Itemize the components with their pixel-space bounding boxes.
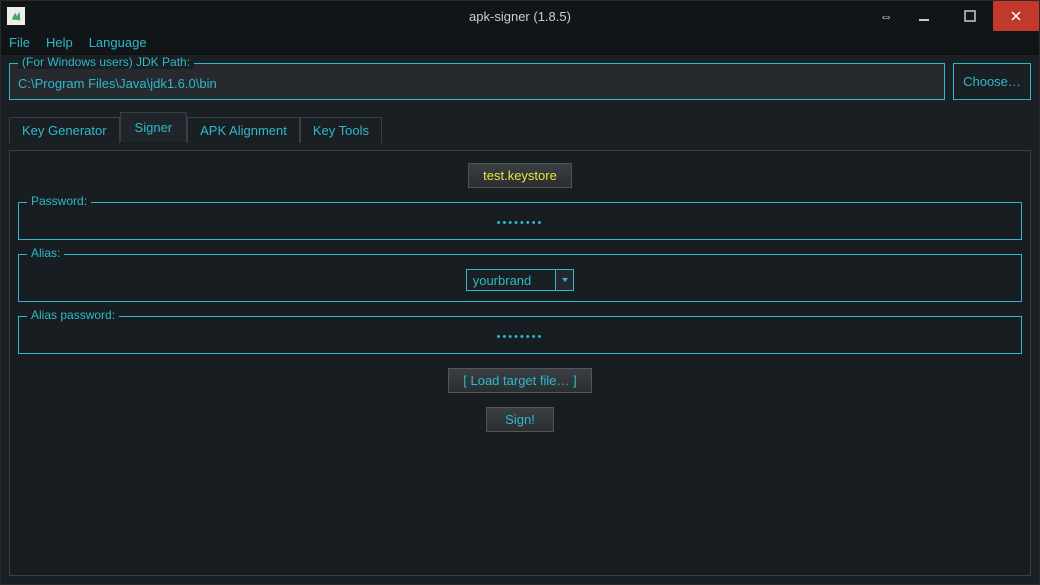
window-controls: ⇔ — [871, 1, 1039, 31]
signer-panel: test.keystore Password: •••••••• Alias: … — [9, 150, 1031, 576]
load-target-button[interactable]: [ Load target file… ] — [448, 368, 591, 393]
alias-password-legend: Alias password: — [27, 308, 119, 322]
maximize-button[interactable] — [947, 1, 993, 31]
tab-bar: Key Generator Signer APK Alignment Key T… — [9, 112, 1031, 142]
minimize-button[interactable] — [901, 1, 947, 31]
tab-apk-alignment[interactable]: APK Alignment — [187, 117, 300, 143]
close-button[interactable] — [993, 1, 1039, 31]
jdk-path-box: (For Windows users) JDK Path: C:\Program… — [9, 63, 945, 100]
pin-icon[interactable]: ⇔ — [871, 1, 901, 31]
alias-legend: Alias: — [27, 246, 64, 260]
alias-select[interactable]: yourbrand — [466, 269, 575, 291]
password-group: Password: •••••••• — [18, 202, 1022, 240]
chevron-down-icon — [555, 270, 573, 290]
alias-password-field[interactable]: •••••••• — [497, 331, 544, 343]
keystore-button[interactable]: test.keystore — [468, 163, 572, 188]
jdk-legend: (For Windows users) JDK Path: — [18, 55, 194, 69]
menu-language[interactable]: Language — [89, 35, 147, 50]
choose-button[interactable]: Choose… — [953, 63, 1031, 100]
alias-group: Alias: yourbrand — [18, 254, 1022, 302]
tab-key-tools[interactable]: Key Tools — [300, 117, 382, 143]
sign-button[interactable]: Sign! — [486, 407, 554, 432]
password-legend: Password: — [27, 194, 91, 208]
menu-file[interactable]: File — [9, 35, 30, 50]
tab-key-generator[interactable]: Key Generator — [9, 117, 120, 143]
app-window: apk-signer (1.8.5) ⇔ File Help Language … — [0, 0, 1040, 585]
app-icon — [7, 7, 25, 25]
titlebar: apk-signer (1.8.5) ⇔ — [1, 1, 1039, 31]
jdk-path-text: C:\Program Files\Java\jdk1.6.0\bin — [18, 76, 936, 91]
menu-help[interactable]: Help — [46, 35, 73, 50]
alias-value: yourbrand — [467, 273, 556, 288]
menubar: File Help Language — [1, 31, 1039, 55]
password-field[interactable]: •••••••• — [497, 217, 544, 229]
tab-signer[interactable]: Signer — [120, 112, 188, 142]
jdk-row: (For Windows users) JDK Path: C:\Program… — [9, 63, 1031, 100]
alias-password-group: Alias password: •••••••• — [18, 316, 1022, 354]
content-area: (For Windows users) JDK Path: C:\Program… — [1, 55, 1039, 584]
window-title: apk-signer (1.8.5) — [469, 9, 571, 24]
